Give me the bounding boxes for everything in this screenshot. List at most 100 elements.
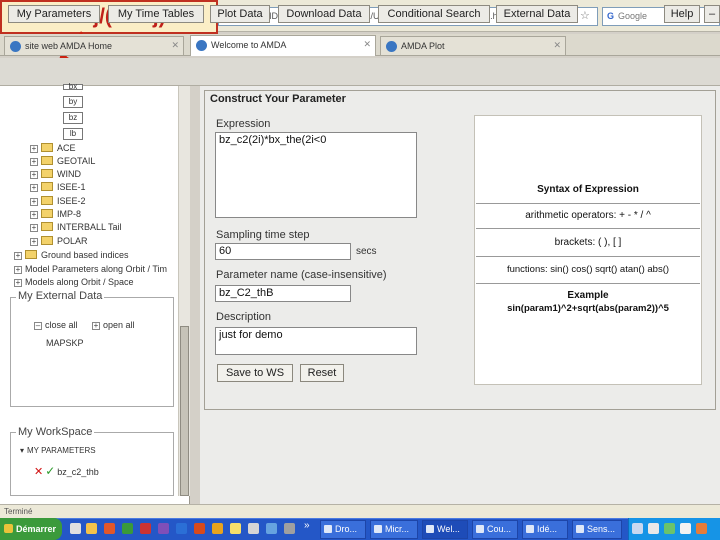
- task-button[interactable]: Idé...: [522, 520, 568, 539]
- tree-folder-label: Ground based indices: [41, 250, 129, 260]
- start-label: Démarrer: [16, 524, 57, 534]
- tree-leaf-lb[interactable]: lb: [63, 128, 83, 140]
- tree-leaf-bz[interactable]: bz: [63, 112, 83, 124]
- menu-minimize[interactable]: –: [704, 5, 720, 23]
- expand-icon[interactable]: +: [30, 224, 38, 232]
- menu-download-data[interactable]: Download Data: [278, 5, 370, 23]
- quicklaunch-icon[interactable]: [176, 523, 187, 534]
- menu-plot-data[interactable]: Plot Data: [210, 5, 270, 23]
- quicklaunch-icon[interactable]: [230, 523, 241, 534]
- tree-folder-wind[interactable]: + WIND: [30, 169, 81, 179]
- browser-tab-home[interactable]: site web AMDA Home ✕: [4, 36, 184, 55]
- browser-tab-plot[interactable]: AMDA Plot ✕: [380, 36, 566, 55]
- scrollbar-thumb[interactable]: [180, 326, 189, 496]
- amda-menu-bar: [0, 58, 720, 86]
- description-input[interactable]: just for demo: [215, 327, 417, 355]
- expand-icon[interactable]: +: [14, 279, 22, 287]
- tree-item-label: Models along Orbit / Space: [25, 277, 134, 287]
- expand-icon[interactable]: +: [14, 252, 22, 260]
- close-tab-icon[interactable]: ✕: [171, 40, 179, 51]
- expand-icon[interactable]: +: [30, 158, 38, 166]
- expand-icon[interactable]: +: [30, 184, 38, 192]
- save-to-ws-button[interactable]: Save to WS: [217, 364, 293, 382]
- tree-folder-label: ACE: [57, 143, 76, 153]
- tree-folder-interball[interactable]: + INTERBALL Tail: [30, 222, 122, 232]
- quicklaunch-icon[interactable]: [70, 523, 81, 534]
- menu-help[interactable]: Help: [664, 5, 700, 23]
- menu-conditional-search[interactable]: Conditional Search: [378, 5, 490, 23]
- expand-icon[interactable]: +: [30, 145, 38, 153]
- task-button[interactable]: Cou...: [472, 520, 518, 539]
- folder-icon: [41, 196, 53, 205]
- clock-icon[interactable]: [680, 523, 691, 534]
- sampling-input[interactable]: 60: [215, 243, 351, 260]
- expand-icon[interactable]: +: [14, 266, 22, 274]
- shield-icon[interactable]: [632, 523, 643, 534]
- tree-item-label: MAPSKP: [46, 338, 84, 348]
- volume-icon[interactable]: [648, 523, 659, 534]
- tree-leaf-bx[interactable]: bx: [63, 83, 83, 91]
- tree-folder-polar[interactable]: + POLAR: [30, 236, 88, 246]
- task-icon: [526, 525, 534, 533]
- task-button-active[interactable]: Wel...: [422, 520, 468, 539]
- delete-icon[interactable]: ✕: [34, 466, 43, 478]
- quicklaunch-icon[interactable]: [158, 523, 169, 534]
- task-button[interactable]: Sens...: [572, 520, 622, 539]
- expression-input[interactable]: bz_c2(2i)*bx_the(2i<0: [215, 132, 417, 218]
- menu-external-data[interactable]: External Data: [496, 5, 578, 23]
- tree-folder-imp8[interactable]: + IMP-8: [30, 209, 81, 219]
- tree-models-space[interactable]: + Models along Orbit / Space: [14, 277, 134, 287]
- bookmark-star-icon[interactable]: ☆: [580, 10, 592, 22]
- tree-folder-ground[interactable]: + Ground based indices: [14, 250, 129, 260]
- quicklaunch-icon[interactable]: [248, 523, 259, 534]
- start-button[interactable]: Démarrer: [0, 518, 62, 540]
- expand-label: open all: [103, 320, 135, 330]
- network-icon[interactable]: [664, 523, 675, 534]
- close-tab-icon[interactable]: ✕: [553, 40, 561, 51]
- tree-folder-geotail[interactable]: + GEOTAIL: [30, 156, 95, 166]
- task-button[interactable]: Dro...: [320, 520, 366, 539]
- tree-folder-isee1[interactable]: + ISEE-1: [30, 182, 86, 192]
- menu-my-parameters[interactable]: My Parameters: [8, 5, 100, 23]
- expand-icon[interactable]: +: [30, 238, 38, 246]
- tree-leaf-by[interactable]: by: [63, 96, 83, 108]
- tree-folder-label: WIND: [57, 169, 81, 179]
- quicklaunch-icon[interactable]: [266, 523, 277, 534]
- expand-icon[interactable]: +: [30, 171, 38, 179]
- quicklaunch-icon[interactable]: [104, 523, 115, 534]
- quicklaunch-icon[interactable]: [212, 523, 223, 534]
- quicklaunch-icon[interactable]: [194, 523, 205, 534]
- task-button[interactable]: Micr...: [370, 520, 418, 539]
- quicklaunch-icon[interactable]: [122, 523, 133, 534]
- task-icon: [426, 525, 434, 533]
- reset-button[interactable]: Reset: [300, 364, 344, 382]
- status-bar: Terminé: [0, 504, 720, 518]
- checkmark-icon: ✓: [45, 464, 56, 478]
- menu-my-time-tables[interactable]: My Time Tables: [108, 5, 204, 23]
- more-icon[interactable]: »: [304, 520, 310, 531]
- expand-icon: +: [92, 321, 100, 330]
- close-tab-icon[interactable]: ✕: [363, 39, 371, 50]
- tree-folder-ace[interactable]: + ACE: [30, 143, 76, 153]
- expand-icon[interactable]: +: [30, 198, 38, 206]
- search-box[interactable]: G Google: [602, 7, 720, 26]
- expand-icon[interactable]: +: [30, 211, 38, 219]
- collapse-all-button[interactable]: – close all: [34, 320, 78, 330]
- workspace-section[interactable]: ▾ MY PARAMETERS: [20, 446, 96, 455]
- task-icon: [324, 525, 332, 533]
- google-icon: G: [607, 11, 615, 21]
- tree-scrollbar[interactable]: [178, 86, 190, 496]
- quicklaunch-icon[interactable]: [86, 523, 97, 534]
- browser-tab-welcome[interactable]: Welcome to AMDA ✕: [190, 35, 376, 56]
- expand-all-button[interactable]: + open all: [92, 320, 135, 330]
- workspace-item[interactable]: ✕ ✓ bz_c2_thb: [34, 464, 99, 478]
- quicklaunch-icon[interactable]: [284, 523, 295, 534]
- quicklaunch-icon[interactable]: [140, 523, 151, 534]
- tree-item-label: Model Parameters along Orbit / Tim: [25, 264, 168, 274]
- tray-app-icon[interactable]: [696, 523, 707, 534]
- tree-folder-isee2[interactable]: + ISEE-2: [30, 196, 86, 206]
- tree-item-mapskp[interactable]: MAPSKP: [46, 338, 84, 348]
- parameter-name-input[interactable]: bz_C2_thB: [215, 285, 351, 302]
- tree-models-time[interactable]: + Model Parameters along Orbit / Tim: [14, 264, 176, 274]
- favicon-icon: [196, 40, 207, 51]
